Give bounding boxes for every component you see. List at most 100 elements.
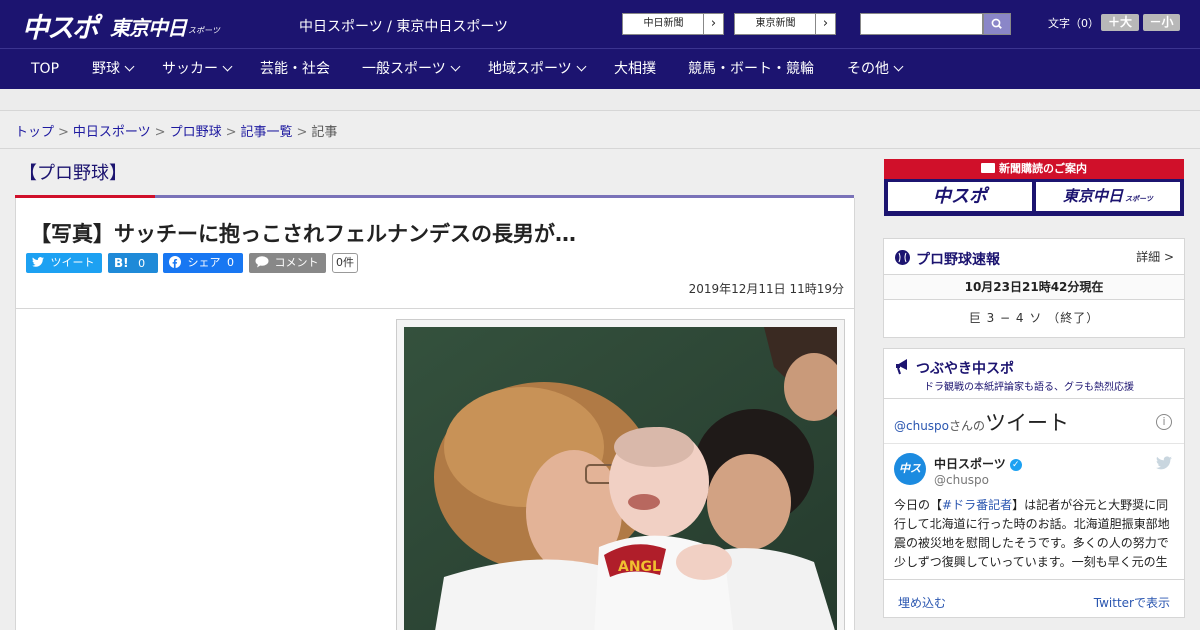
facebook-share-button[interactable]: シェア 0 bbox=[163, 253, 243, 273]
nav-item-entertainment[interactable]: 芸能・社会 bbox=[260, 49, 330, 90]
tweet-username[interactable]: @chuspo bbox=[934, 473, 989, 487]
article-photo[interactable]: ANGL bbox=[404, 327, 837, 630]
tweets-subtitle: ドラ観戦の本紙評論家も語る、グラも熱烈応援 bbox=[924, 382, 1134, 393]
tweet-timeline: @chuspoさんのツイート i 中スポ 中日スポーツ ✓ @chuspo 今日の… bbox=[884, 398, 1184, 618]
tweet-account-name[interactable]: 中日スポーツ ✓ bbox=[934, 455, 1022, 472]
embed-link[interactable]: 埋め込む bbox=[898, 594, 946, 611]
timeline-heading: ツイート bbox=[985, 411, 1070, 435]
chevron-right-icon: › bbox=[815, 14, 835, 34]
speech-bubble-icon bbox=[255, 256, 269, 268]
twitter-bird-icon bbox=[32, 257, 44, 267]
timeline-handle[interactable]: @chuspo bbox=[894, 419, 949, 433]
font-bigger-button[interactable]: ＋大 bbox=[1101, 14, 1139, 31]
nav-item-label: 一般スポーツ bbox=[362, 61, 446, 77]
photo-badge: ANGL bbox=[618, 559, 661, 575]
nav-item-label: サッカー bbox=[162, 61, 218, 77]
scores-title: プロ野球速報 bbox=[916, 252, 1000, 268]
article-title: 【写真】サッチーに抱っこされフェルナンデスの長男が… bbox=[30, 222, 576, 246]
font-size-label: 文字（0） bbox=[1048, 17, 1099, 30]
breadcrumb-pro-baseball[interactable]: プロ野球 bbox=[170, 125, 222, 140]
search-input[interactable] bbox=[860, 13, 983, 35]
twitter-widget: つぶやき中スポ ドラ観戦の本紙評論家も語る、グラも熱烈応援 @chuspoさんの… bbox=[883, 348, 1185, 618]
facebook-share-label: シェア bbox=[187, 256, 221, 269]
divider bbox=[884, 443, 1184, 444]
subscription-heading: 新聞購読のご案内 bbox=[884, 159, 1184, 179]
subscribe-chuspo[interactable]: 中スポ bbox=[888, 182, 1032, 211]
header-bar: 中スポ 東京中日 スポーツ 中日スポーツ / 東京中日スポーツ 中日新聞 › 東… bbox=[0, 0, 1200, 48]
subscribe-tokyo-label: 東京中日 bbox=[1063, 187, 1124, 205]
nav-item-other[interactable]: その他 bbox=[847, 49, 904, 90]
breadcrumb-separator: > bbox=[58, 125, 69, 140]
search-icon bbox=[991, 18, 1002, 29]
nav-item-general-sports[interactable]: 一般スポーツ bbox=[362, 49, 461, 90]
photo-illustration: ANGL bbox=[404, 327, 837, 630]
tokyo-shimbun-link[interactable]: 東京新聞 › bbox=[734, 13, 836, 35]
baseball-icon bbox=[895, 250, 910, 265]
tweet-text: 今日の【#ドラ番記者】は記者が谷元と大野奨に同行して北海道に行った時のお話。北海… bbox=[894, 496, 1176, 568]
tweet-hashtag[interactable]: #ドラ番記者 bbox=[942, 498, 1012, 512]
breadcrumb-article-list[interactable]: 記事一覧 bbox=[241, 125, 293, 140]
breadcrumb-top[interactable]: トップ bbox=[15, 125, 54, 140]
tweet-button-label: ツイート bbox=[50, 256, 95, 269]
chevron-down-icon bbox=[222, 61, 233, 72]
breadcrumb-separator: > bbox=[296, 125, 308, 140]
game-result[interactable]: 巨 3 − 4 ソ （終了） bbox=[884, 309, 1184, 326]
tokyo-chunichi-logo[interactable]: 東京中日 bbox=[110, 12, 187, 41]
nav-item-top[interactable]: TOP bbox=[31, 49, 59, 90]
nav-item-racing[interactable]: 競馬・ボート・競輪 bbox=[688, 49, 814, 90]
breadcrumb-current: 記事 bbox=[311, 125, 338, 140]
verified-icon: ✓ bbox=[1009, 458, 1022, 471]
avatar[interactable]: 中スポ bbox=[894, 453, 926, 507]
tweet-button[interactable]: ツイート bbox=[26, 253, 102, 273]
chuspo-logo[interactable]: 中スポ bbox=[22, 6, 99, 45]
chunichi-shimbun-label: 中日新聞 bbox=[643, 18, 684, 29]
breadcrumb-chunichi-sports[interactable]: 中日スポーツ bbox=[73, 125, 151, 140]
nav-item-baseball[interactable]: 野球 bbox=[92, 49, 135, 90]
tokyo-chunichi-logo-sub: スポーツ bbox=[188, 26, 220, 35]
breadcrumb: トップ > 中日スポーツ > プロ野球 > 記事一覧 > 記事 bbox=[15, 121, 337, 140]
article-card: 【写真】サッチーに抱っこされフェルナンデスの長男が… ツイート B! 0 シェア… bbox=[15, 198, 855, 630]
facebook-icon bbox=[169, 256, 181, 268]
hatena-bookmark-button[interactable]: B! 0 bbox=[108, 253, 158, 273]
baseball-scores-widget: プロ野球速報 詳細 > 10月23日21時42分現在 巨 3 − 4 ソ （終了… bbox=[883, 238, 1185, 338]
nav-item-local-sports[interactable]: 地域スポーツ bbox=[488, 49, 587, 90]
main-nav: TOP 野球 サッカー 芸能・社会 一般スポーツ 地域スポーツ 大相撲 競馬・ボ… bbox=[0, 48, 1200, 89]
nav-item-label: 地域スポーツ bbox=[488, 61, 572, 77]
breadcrumb-separator: > bbox=[154, 125, 166, 140]
timeline-handle-suffix: さんの bbox=[949, 419, 986, 433]
font-smaller-button[interactable]: －小 bbox=[1143, 14, 1180, 31]
scores-updated-time: 10月23日21時42分現在 bbox=[884, 274, 1184, 300]
nav-item-label: TOP bbox=[31, 61, 60, 77]
chevron-down-icon bbox=[124, 61, 135, 72]
info-icon[interactable]: i bbox=[1156, 414, 1172, 430]
chunichi-shimbun-link[interactable]: 中日新聞 › bbox=[622, 13, 724, 35]
article-date: 2019年12月11日 11時19分 bbox=[688, 282, 844, 296]
tweet-account-name-label: 中日スポーツ bbox=[934, 457, 1006, 471]
tokyo-shimbun-label: 東京新聞 bbox=[755, 18, 796, 29]
divider bbox=[0, 148, 1200, 149]
divider bbox=[16, 308, 854, 309]
nav-item-label: 芸能・社会 bbox=[260, 61, 330, 77]
chevron-right-icon: › bbox=[703, 14, 723, 34]
hatena-count: 0 bbox=[138, 257, 146, 270]
article-photo-frame: ANGL bbox=[396, 319, 845, 630]
section-title: 【プロ野球】 bbox=[19, 163, 127, 184]
scores-detail-link[interactable]: 詳細 > bbox=[1136, 248, 1174, 265]
search-button[interactable] bbox=[983, 13, 1011, 35]
comment-button[interactable]: コメント bbox=[249, 253, 326, 273]
nav-item-label: 競馬・ボート・競輪 bbox=[688, 61, 814, 77]
nav-item-sumo[interactable]: 大相撲 bbox=[614, 49, 656, 90]
breadcrumb-separator: > bbox=[225, 125, 237, 140]
comment-button-label: コメント bbox=[274, 256, 319, 269]
subscription-banner[interactable]: 新聞購読のご案内 中スポ 東京中日 スポーツ bbox=[884, 159, 1184, 216]
newspaper-icon bbox=[981, 163, 995, 173]
view-on-twitter-link[interactable]: Twitterで表示 bbox=[1094, 594, 1170, 611]
subscribe-tokyo-chunichi[interactable]: 東京中日 スポーツ bbox=[1036, 182, 1180, 211]
megaphone-icon bbox=[896, 359, 907, 375]
nav-item-label: 野球 bbox=[92, 61, 120, 77]
tweets-title: つぶやき中スポ bbox=[916, 361, 1014, 377]
nav-item-soccer[interactable]: サッカー bbox=[162, 49, 233, 90]
chevron-down-icon bbox=[450, 61, 461, 72]
site-name: 中日スポーツ / 東京中日スポーツ bbox=[299, 19, 509, 35]
twitter-bird-icon[interactable] bbox=[1156, 456, 1172, 470]
